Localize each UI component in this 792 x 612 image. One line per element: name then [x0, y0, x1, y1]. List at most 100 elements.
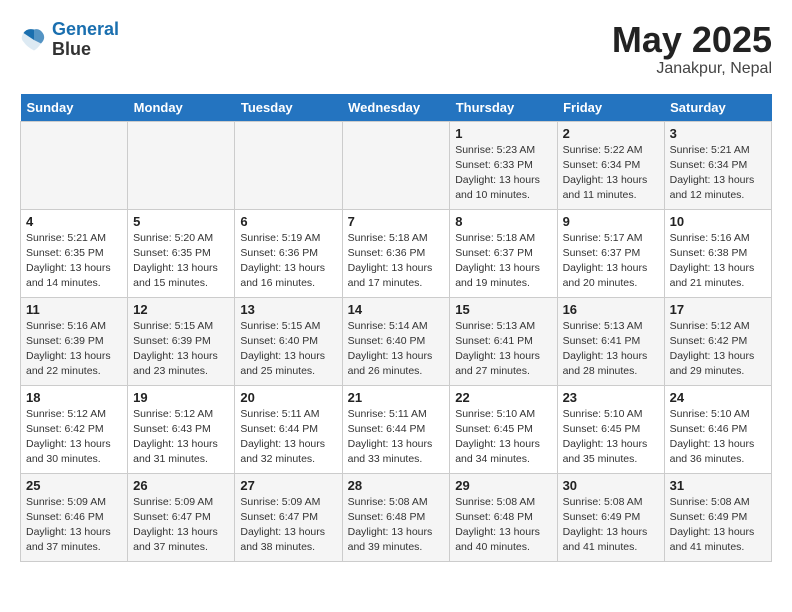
calendar-cell: 17 Sunrise: 5:12 AM Sunset: 6:42 PM Dayli… [664, 297, 771, 385]
logo: General Blue [20, 20, 119, 60]
calendar-cell: 26 Sunrise: 5:09 AM Sunset: 6:47 PM Dayli… [128, 473, 235, 561]
day-info: Sunrise: 5:08 AM Sunset: 6:49 PM Dayligh… [563, 495, 659, 556]
day-number: 6 [240, 214, 336, 229]
day-info: Sunrise: 5:12 AM Sunset: 6:43 PM Dayligh… [133, 407, 229, 468]
weekday-header-tuesday: Tuesday [235, 94, 342, 122]
day-info: Sunrise: 5:09 AM Sunset: 6:47 PM Dayligh… [133, 495, 229, 556]
calendar-cell: 4 Sunrise: 5:21 AM Sunset: 6:35 PM Daylig… [21, 209, 128, 297]
month-title: May 2025 [612, 20, 772, 60]
title-block: May 2025 Janakpur, Nepal [612, 20, 772, 78]
day-info: Sunrise: 5:12 AM Sunset: 6:42 PM Dayligh… [26, 407, 122, 468]
week-row-2: 4 Sunrise: 5:21 AM Sunset: 6:35 PM Daylig… [21, 209, 772, 297]
calendar-cell: 10Sunrise: 5:16 AM Sunset: 6:38 PM Dayli… [664, 209, 771, 297]
day-number: 24 [670, 390, 766, 405]
day-info: Sunrise: 5:16 AM Sunset: 6:38 PM Dayligh… [670, 231, 766, 292]
day-info: Sunrise: 5:15 AM Sunset: 6:39 PM Dayligh… [133, 319, 229, 380]
calendar-cell: 31Sunrise: 5:08 AM Sunset: 6:49 PM Dayli… [664, 473, 771, 561]
day-info: Sunrise: 5:14 AM Sunset: 6:40 PM Dayligh… [348, 319, 445, 380]
day-info: Sunrise: 5:13 AM Sunset: 6:41 PM Dayligh… [455, 319, 551, 380]
day-info: Sunrise: 5:11 AM Sunset: 6:44 PM Dayligh… [348, 407, 445, 468]
calendar-cell: 24 Sunrise: 5:10 AM Sunset: 6:46 PM Dayli… [664, 385, 771, 473]
week-row-3: 11Sunrise: 5:16 AM Sunset: 6:39 PM Dayli… [21, 297, 772, 385]
weekday-header-row: SundayMondayTuesdayWednesdayThursdayFrid… [21, 94, 772, 122]
calendar-cell: 22 Sunrise: 5:10 AM Sunset: 6:45 PM Dayli… [450, 385, 557, 473]
day-number: 9 [563, 214, 659, 229]
calendar-cell [128, 121, 235, 209]
weekday-header-friday: Friday [557, 94, 664, 122]
logo-line1: General [52, 19, 119, 39]
day-info: Sunrise: 5:19 AM Sunset: 6:36 PM Dayligh… [240, 231, 336, 292]
page-header: General Blue May 2025 Janakpur, Nepal [20, 20, 772, 78]
day-info: Sunrise: 5:15 AM Sunset: 6:40 PM Dayligh… [240, 319, 336, 380]
calendar-cell: 11Sunrise: 5:16 AM Sunset: 6:39 PM Dayli… [21, 297, 128, 385]
calendar-cell: 14 Sunrise: 5:14 AM Sunset: 6:40 PM Dayli… [342, 297, 450, 385]
day-number: 16 [563, 302, 659, 317]
day-number: 26 [133, 478, 229, 493]
logo-line2: Blue [52, 40, 119, 60]
day-info: Sunrise: 5:18 AM Sunset: 6:37 PM Dayligh… [455, 231, 551, 292]
day-number: 19 [133, 390, 229, 405]
day-number: 22 [455, 390, 551, 405]
day-number: 18 [26, 390, 122, 405]
calendar-cell: 3Sunrise: 5:21 AM Sunset: 6:34 PM Daylig… [664, 121, 771, 209]
calendar-cell: 29 Sunrise: 5:08 AM Sunset: 6:48 PM Dayli… [450, 473, 557, 561]
day-number: 23 [563, 390, 659, 405]
calendar-cell: 1Sunrise: 5:23 AM Sunset: 6:33 PM Daylig… [450, 121, 557, 209]
calendar-cell [342, 121, 450, 209]
calendar-table: SundayMondayTuesdayWednesdayThursdayFrid… [20, 94, 772, 562]
weekday-header-monday: Monday [128, 94, 235, 122]
calendar-cell: 8 Sunrise: 5:18 AM Sunset: 6:37 PM Daylig… [450, 209, 557, 297]
day-number: 8 [455, 214, 551, 229]
day-number: 5 [133, 214, 229, 229]
day-number: 1 [455, 126, 551, 141]
day-number: 14 [348, 302, 445, 317]
day-info: Sunrise: 5:22 AM Sunset: 6:34 PM Dayligh… [563, 143, 659, 204]
location: Janakpur, Nepal [612, 60, 772, 78]
day-number: 29 [455, 478, 551, 493]
day-info: Sunrise: 5:09 AM Sunset: 6:46 PM Dayligh… [26, 495, 122, 556]
week-row-1: 1Sunrise: 5:23 AM Sunset: 6:33 PM Daylig… [21, 121, 772, 209]
day-info: Sunrise: 5:08 AM Sunset: 6:48 PM Dayligh… [348, 495, 445, 556]
weekday-header-wednesday: Wednesday [342, 94, 450, 122]
day-info: Sunrise: 5:21 AM Sunset: 6:34 PM Dayligh… [670, 143, 766, 204]
weekday-header-sunday: Sunday [21, 94, 128, 122]
logo-icon [20, 26, 48, 54]
day-info: Sunrise: 5:09 AM Sunset: 6:47 PM Dayligh… [240, 495, 336, 556]
day-number: 15 [455, 302, 551, 317]
day-info: Sunrise: 5:17 AM Sunset: 6:37 PM Dayligh… [563, 231, 659, 292]
calendar-cell: 16Sunrise: 5:13 AM Sunset: 6:41 PM Dayli… [557, 297, 664, 385]
day-info: Sunrise: 5:10 AM Sunset: 6:45 PM Dayligh… [455, 407, 551, 468]
day-info: Sunrise: 5:08 AM Sunset: 6:48 PM Dayligh… [455, 495, 551, 556]
day-info: Sunrise: 5:16 AM Sunset: 6:39 PM Dayligh… [26, 319, 122, 380]
day-number: 27 [240, 478, 336, 493]
day-number: 4 [26, 214, 122, 229]
calendar-cell [21, 121, 128, 209]
day-number: 30 [563, 478, 659, 493]
day-info: Sunrise: 5:10 AM Sunset: 6:46 PM Dayligh… [670, 407, 766, 468]
day-number: 2 [563, 126, 659, 141]
day-number: 7 [348, 214, 445, 229]
day-number: 12 [133, 302, 229, 317]
calendar-cell: 2 Sunrise: 5:22 AM Sunset: 6:34 PM Daylig… [557, 121, 664, 209]
logo-text: General Blue [52, 20, 119, 60]
calendar-cell [235, 121, 342, 209]
day-number: 20 [240, 390, 336, 405]
calendar-cell: 18 Sunrise: 5:12 AM Sunset: 6:42 PM Dayli… [21, 385, 128, 473]
week-row-4: 18 Sunrise: 5:12 AM Sunset: 6:42 PM Dayli… [21, 385, 772, 473]
day-info: Sunrise: 5:21 AM Sunset: 6:35 PM Dayligh… [26, 231, 122, 292]
calendar-cell: 20Sunrise: 5:11 AM Sunset: 6:44 PM Dayli… [235, 385, 342, 473]
day-number: 25 [26, 478, 122, 493]
day-info: Sunrise: 5:20 AM Sunset: 6:35 PM Dayligh… [133, 231, 229, 292]
day-info: Sunrise: 5:12 AM Sunset: 6:42 PM Dayligh… [670, 319, 766, 380]
calendar-cell: 23Sunrise: 5:10 AM Sunset: 6:45 PM Dayli… [557, 385, 664, 473]
day-info: Sunrise: 5:18 AM Sunset: 6:36 PM Dayligh… [348, 231, 445, 292]
calendar-cell: 27 Sunrise: 5:09 AM Sunset: 6:47 PM Dayli… [235, 473, 342, 561]
calendar-cell: 5 Sunrise: 5:20 AM Sunset: 6:35 PM Daylig… [128, 209, 235, 297]
calendar-cell: 9 Sunrise: 5:17 AM Sunset: 6:37 PM Daylig… [557, 209, 664, 297]
day-number: 17 [670, 302, 766, 317]
calendar-cell: 6 Sunrise: 5:19 AM Sunset: 6:36 PM Daylig… [235, 209, 342, 297]
calendar-cell: 21Sunrise: 5:11 AM Sunset: 6:44 PM Dayli… [342, 385, 450, 473]
calendar-cell: 19 Sunrise: 5:12 AM Sunset: 6:43 PM Dayli… [128, 385, 235, 473]
day-info: Sunrise: 5:08 AM Sunset: 6:49 PM Dayligh… [670, 495, 766, 556]
calendar-cell: 30 Sunrise: 5:08 AM Sunset: 6:49 PM Dayli… [557, 473, 664, 561]
